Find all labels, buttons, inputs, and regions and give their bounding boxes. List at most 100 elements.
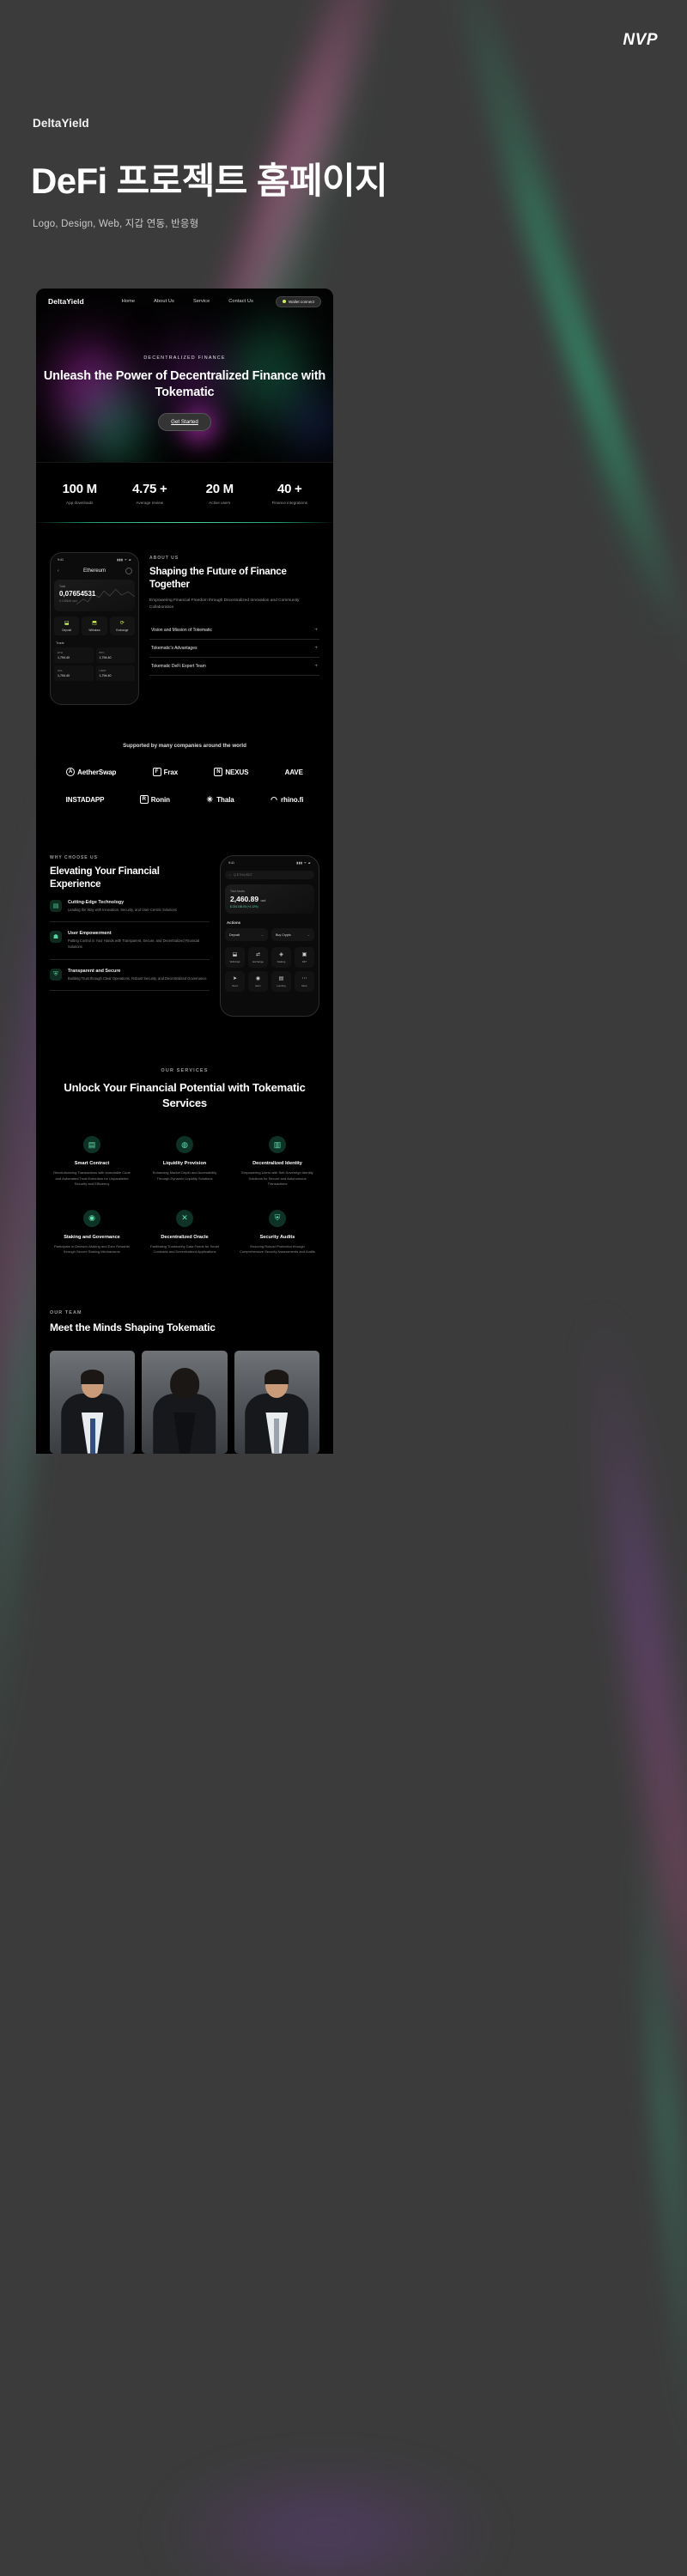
service-smart-contract[interactable]: ▤ Smart Contract Revolutionizing Transac… [50,1136,134,1188]
partner-name: Frax [163,768,179,776]
crypto-search-input[interactable]: ⌕ Q ETH/USDT [225,871,314,879]
accordion-item-expert-team[interactable]: Tokematic DeFi Expert Team + [149,658,319,677]
trade-value: 1,794.40 [99,674,112,677]
about-kicker: ABOUT US [149,556,179,561]
assets-amount: 2,460.89 [230,895,259,903]
tile-label: More [301,984,307,987]
feature-cutting-edge-technology: ▤ Cutting-Edge Technology Leading the Wa… [50,891,210,923]
rhino-icon: ◠ [271,794,277,804]
service-staking-and-governance[interactable]: ◉ Staking and Governance Participate in … [50,1209,134,1255]
feature-title: Transparent and Secure [68,968,121,974]
partner-logo-instadapp: INSTADAPP [66,796,105,804]
feature-desc: Putting Control in Your Hands with Trans… [68,939,200,949]
phone-asset-title: Ethereum [82,568,106,574]
trade-cell[interactable]: ETH 1,794.40 [54,647,94,663]
chip-icon: ▤ [50,899,62,912]
select-label: Deposit [229,933,240,937]
withdraw-action[interactable]: ⬒ Withdraw [82,617,107,635]
why-text-column: WHY CHOOSE US Elevating Your Financial E… [50,855,210,1017]
partner-name: INSTADAPP [65,795,105,804]
trade-pair: BTC [99,651,105,654]
nav-item-contact-us[interactable]: Contact Us [228,299,253,304]
nav-item-about-us[interactable]: About Us [154,299,174,304]
search-placeholder: Q ETH/USDT [234,873,252,877]
partner-name: rhino.fi [281,795,304,804]
stat-active-users: 20 M Active users [185,482,255,505]
why-phone-mockup: 9:41 ▮▮▮ ᯤ ▰ ⌕ Q ETH/USDT Total Assets 2… [220,855,319,1017]
nav-item-service[interactable]: Service [193,299,210,304]
service-title: Liquidity Provision [162,1161,207,1167]
service-title: Security Audits [259,1234,295,1240]
plus-icon: + [314,646,318,652]
services-heading: Unlock Your Financial Potential with Tok… [64,1081,306,1109]
deposit-icon: ⬓ [64,621,70,626]
tile-withdraw[interactable]: ⬓ Withdraw [225,947,245,968]
tile-staking[interactable]: ◈ Staking [271,947,291,968]
service-security-audits[interactable]: ⛨ Security Audits Ensuring Robust Protec… [235,1209,319,1255]
accordion-item-advantages[interactable]: Tokematic's Advantages + [149,640,319,659]
service-title: Decentralized Identity [252,1161,302,1167]
team-heading: Meet the Minds Shaping Tokematic [50,1321,216,1334]
tile-earn[interactable]: ◉ Earn [248,971,268,992]
total-assets-label: Total Assets [230,890,246,893]
governance-icon: ◉ [83,1209,100,1227]
phone-actions: ⬓ Deposit ⬒ Withdraw ⟳ Exchange [54,617,135,635]
stat-app-downloads: 100 M App downloads [45,482,115,505]
partner-logo-aetherswap: A AetherSwap [66,768,116,776]
buy-crypto-select[interactable]: Buy Crypto ⌄ [271,928,314,941]
about-heading: Shaping the Future of Finance Together [149,567,287,590]
exchange-icon: ⇄ [255,952,261,957]
exchange-action[interactable]: ⟳ Exchange [109,617,135,635]
why-kicker: WHY CHOOSE US [50,855,98,860]
tile-exchange[interactable]: ⇄ Exchange [248,947,268,968]
action-tiles-grid: ⬓ Withdraw ⇄ Exchange ◈ Staking ▣ NFT ➤ Send … [225,947,314,992]
accordion-item-vision[interactable]: Vision and Mission of Tokematic + [149,622,319,641]
feature-desc: Leading the Way with Innovation, Securit… [68,907,177,912]
trade-pair: SOL [58,669,64,672]
get-started-button[interactable]: Get Started [158,413,211,432]
stat-label: App downloads [66,501,94,505]
tile-send[interactable]: ➤ Send [225,971,245,992]
tile-nft[interactable]: ▣ NFT [295,947,314,968]
lending-icon: ▤ [278,976,284,981]
service-liquidity-provision[interactable]: ◍ Liquidity Provision Enhancing Market D… [143,1136,227,1188]
wallet-connect-button[interactable]: Wallet connect [276,295,321,307]
aetherswap-icon: A [66,768,76,776]
deposit-select[interactable]: Deposit ⌄ [225,928,268,941]
trade-cell[interactable]: BTC 1,794.40 [95,647,135,663]
site-navbar: DeltaYield Home About Us Service Contact… [36,289,333,314]
tile-more[interactable]: ⋯ More [295,971,314,992]
deposit-action[interactable]: ⬓ Deposit [54,617,80,635]
total-assets-card: Total Assets 2,460.89 usd $ 234.156.00 (… [225,884,314,914]
phone-title-row: ‹ Ethereum [54,568,135,574]
team-kicker: OUR TEAM [50,1310,82,1316]
plus-icon: + [314,628,318,634]
trade-cell[interactable]: SOL 1,794.40 [54,665,94,681]
tile-label: Exchange [252,960,264,963]
partner-logo-row-2: INSTADAPP R Ronin ✳ Thala ◠ rhino.fi [48,795,321,804]
tile-lending[interactable]: ▤ Lending [271,971,291,992]
tile-label: NFT [301,960,307,963]
service-decentralized-identity[interactable]: ▥ Decentralized Identity Empowering User… [235,1136,319,1188]
phone-status-bar: 9:41 ▮▮▮ ᯤ ▰ [54,557,135,563]
feature-title: Cutting-Edge Technology [68,899,125,905]
site-brand[interactable]: DeltaYield [48,297,84,306]
service-desc: Revolutionizing Transactions with Immuta… [53,1170,131,1187]
accordion-label: Tokematic's Advantages [151,646,198,652]
support-icon[interactable] [125,568,132,574]
service-title: Smart Contract [74,1161,110,1167]
service-desc: Facilitating Trustworthy Data Feeds for … [149,1243,220,1255]
service-decentralized-oracle[interactable]: ✕ Decentralized Oracle Facilitating Trus… [143,1209,227,1255]
hero-kicker: DECENTRALIZED FINANCE [143,355,226,361]
tile-label: Withdraw [229,960,240,963]
more-icon: ⋯ [301,976,307,981]
trade-rows: ETH 1,794.40 BTC 1,794.40 SOL 1,794.40 U… [54,647,135,681]
stat-label: Active users [209,501,231,505]
stat-value: 20 M [205,482,234,496]
trade-cell[interactable]: USDT 1,794.40 [95,665,135,681]
page-subtitle: Logo, Design, Web, 지갑 연동, 반응형 [33,219,199,229]
trade-row: SOL 1,794.40 USDT 1,794.40 [54,665,135,681]
action-label: Deposit [62,629,72,632]
back-chevron-icon[interactable]: ‹ [58,568,59,574]
nav-item-home[interactable]: Home [122,299,135,304]
